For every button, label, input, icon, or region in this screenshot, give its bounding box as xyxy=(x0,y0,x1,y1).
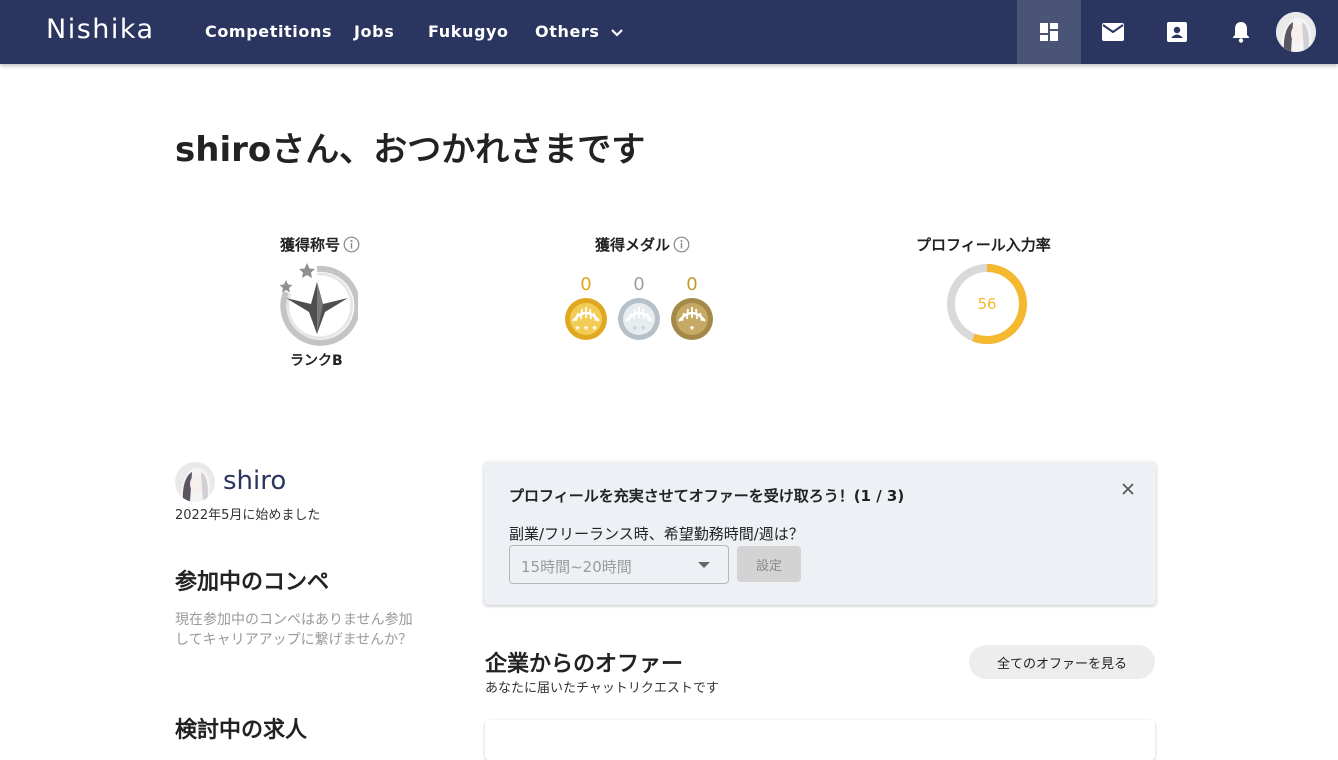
title-stat-label: 獲得称号 xyxy=(280,236,341,254)
nav-jobs[interactable]: Jobs xyxy=(354,22,394,41)
dashboard-icon xyxy=(1040,23,1058,41)
competitions-empty-text: 現在参加中のコンペはありません参加してキャリアアップに繋げませんか？ xyxy=(175,612,413,648)
top-nav: Nishika Competitions Jobs Fukugyo Others xyxy=(0,0,1338,64)
profile-name[interactable]: shiro xyxy=(223,466,286,496)
set-button[interactable]: 設定 xyxy=(737,546,801,582)
notifications-button[interactable] xyxy=(1209,0,1273,64)
profile-rate-heading: プロフィール入力率 xyxy=(916,234,1051,255)
close-icon xyxy=(1122,483,1134,495)
avatar-image xyxy=(1276,12,1316,52)
offers-list-card xyxy=(485,720,1155,760)
profile-since: 2022年5月に始めました xyxy=(175,508,321,523)
offers-subtitle: あなたに届いたチャットリクエストです xyxy=(485,681,719,696)
nav-others[interactable]: Others xyxy=(535,22,624,41)
jobs-heading: 検討中の求人 xyxy=(175,718,308,743)
messages-button[interactable] xyxy=(1081,0,1145,64)
svg-text:★ ★ ★: ★ ★ ★ xyxy=(574,324,597,332)
svg-text:★: ★ xyxy=(689,324,695,332)
svg-text:★ ★: ★ ★ xyxy=(632,324,647,332)
hours-select[interactable]: 15時間~20時間 xyxy=(509,545,729,584)
page-title: shiroさん、おつかれさまです xyxy=(175,130,646,170)
profile-card-button[interactable] xyxy=(1145,0,1209,64)
close-button[interactable] xyxy=(1118,479,1138,499)
medal-stat-label: 獲得メダル xyxy=(595,236,671,254)
hours-select-value: 15時間~20時間 xyxy=(521,558,632,576)
competitions-heading: 参加中のコンペ xyxy=(175,570,330,595)
gold-medal-icon: ★ ★ ★ xyxy=(565,298,607,340)
nav-fukugyo[interactable]: Fukugyo xyxy=(428,22,509,41)
profile-prompt-card: プロフィールを充実させてオファーを受け取ろう！(1 / 3) 副業/フリーランス… xyxy=(484,462,1156,605)
chevron-down-icon xyxy=(610,28,623,37)
nav-others-label: Others xyxy=(535,22,600,41)
title-stat-heading: 獲得称号 xyxy=(280,234,360,255)
user-avatar[interactable] xyxy=(1276,12,1316,52)
profile-rate-value: 56 xyxy=(977,295,997,313)
silver-medal-count: 0 xyxy=(633,274,645,295)
profile-rate-label: プロフィール入力率 xyxy=(916,236,1051,254)
avatar-image xyxy=(175,462,215,502)
mail-icon xyxy=(1102,23,1124,41)
rank-emblem-icon xyxy=(279,263,358,346)
offers-heading: 企業からのオファー xyxy=(485,652,684,677)
nav-competitions[interactable]: Competitions xyxy=(205,22,332,41)
profile-avatar[interactable] xyxy=(175,462,215,502)
dashboard-button[interactable] xyxy=(1017,0,1081,64)
rank-label: ランクB xyxy=(290,353,343,369)
gold-medal-count: 0 xyxy=(580,274,592,295)
info-icon[interactable] xyxy=(673,236,690,253)
dropdown-arrow-icon xyxy=(698,562,710,568)
bronze-medal-icon: ★ xyxy=(671,298,713,340)
prompt-card-title: プロフィールを充実させてオファーを受け取ろう！(1 / 3) xyxy=(509,487,905,505)
silver-medal-icon: ★ ★ xyxy=(618,298,660,340)
medal-stat-heading: 獲得メダル xyxy=(595,234,690,255)
info-icon[interactable] xyxy=(343,236,360,253)
logo[interactable]: Nishika xyxy=(46,14,155,45)
bronze-medal-count: 0 xyxy=(686,274,698,295)
bell-icon xyxy=(1233,22,1249,43)
contact-card-icon xyxy=(1167,22,1187,42)
prompt-question: 副業/フリーランス時、希望勤務時間/週は？ xyxy=(509,525,804,543)
view-all-offers-button[interactable]: 全てのオファーを見る xyxy=(969,645,1155,679)
